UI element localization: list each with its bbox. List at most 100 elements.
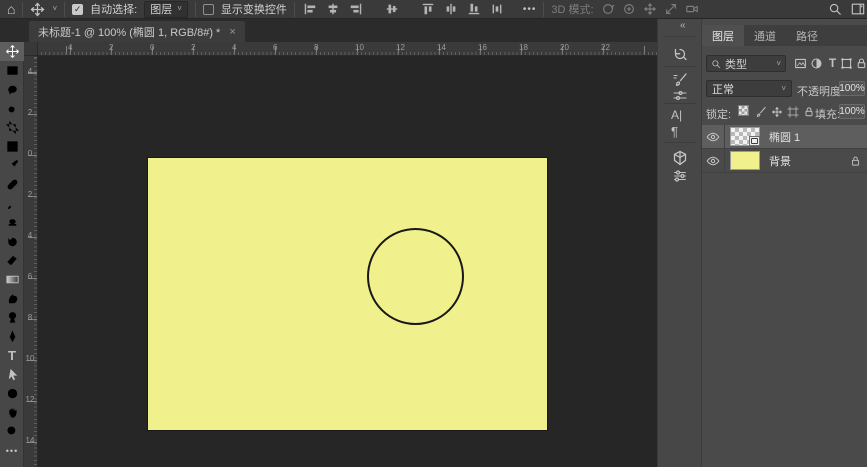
search-icon[interactable] <box>828 2 842 16</box>
tool-path-selection[interactable] <box>0 365 24 384</box>
lock-artboard-icon[interactable] <box>786 105 799 118</box>
brushes-panel-icon[interactable] <box>671 87 688 104</box>
divider <box>663 36 696 37</box>
separator <box>194 1 196 17</box>
tool-frame[interactable] <box>0 137 24 156</box>
chevron-down-icon: ˅ <box>781 83 786 93</box>
blend-mode-dropdown[interactable]: 正常 ˅ <box>706 80 792 97</box>
document-tab[interactable]: 未标题-1 @ 100% (椭圆 1, RGB/8#) * × <box>29 21 245 42</box>
opacity-value-field[interactable]: 100% <box>839 81 865 96</box>
ruler-number: 2 <box>109 43 114 52</box>
tool-eraser[interactable] <box>0 251 24 270</box>
lock-position-icon[interactable] <box>770 105 783 118</box>
tool-gradient[interactable] <box>0 270 24 289</box>
tab-paths[interactable]: 路径 <box>786 25 828 46</box>
tool-rectangular-marquee[interactable] <box>0 61 24 80</box>
document-canvas[interactable] <box>148 158 547 430</box>
top-ruler[interactable]: 4 2 0 2 4 6 8 10 12 14 16 18 20 22 <box>38 42 657 56</box>
eye-icon <box>706 132 720 142</box>
mode-3d-label: 3D 模式: <box>551 4 594 16</box>
tool-brush[interactable] <box>0 194 24 213</box>
paragraph-panel-icon[interactable]: ¶ <box>671 125 678 138</box>
layer-name[interactable]: 椭圆 1 <box>769 129 800 145</box>
layer-visibility-toggle[interactable] <box>702 124 725 149</box>
tool-lasso[interactable] <box>0 80 24 99</box>
properties-panel-icon[interactable] <box>671 167 688 184</box>
tool-history-brush[interactable] <box>0 232 24 251</box>
ruler-number: 20 <box>560 43 569 52</box>
ruler-number: 22 <box>601 43 610 52</box>
chevron-down-icon[interactable]: ˅ <box>52 5 57 13</box>
tool-horizontal-type[interactable]: T <box>0 346 24 365</box>
distribute-bottom-edges-icon[interactable] <box>466 1 482 17</box>
eye-icon <box>706 156 720 166</box>
lock-all-icon[interactable] <box>802 105 815 118</box>
tool-dodge[interactable] <box>0 308 24 327</box>
filter-type-layers-icon[interactable]: T <box>826 57 839 70</box>
tab-layers[interactable]: 图层 <box>702 25 744 46</box>
layer-thumbnail[interactable] <box>730 127 760 146</box>
tool-pen[interactable] <box>0 327 24 346</box>
close-tab-icon[interactable]: × <box>229 26 235 38</box>
show-transform-checkbox[interactable] <box>202 3 214 15</box>
tool-zoom[interactable] <box>0 422 24 441</box>
workspace-switcher-icon[interactable] <box>851 2 865 16</box>
tool-ellipse-shape[interactable] <box>0 384 24 403</box>
show-transform-label: 显示变换控件 <box>220 4 287 16</box>
more-align-options-button[interactable]: ••• <box>523 4 537 15</box>
locked-layer-icon <box>849 154 861 167</box>
lock-transparent-pixels-icon[interactable] <box>738 105 751 118</box>
filter-shape-layers-icon[interactable] <box>840 57 853 70</box>
edit-toolbar-button[interactable]: ••• <box>0 441 24 460</box>
tool-smudge[interactable] <box>0 289 24 308</box>
ruler-number: 16 <box>478 43 487 52</box>
distribute-horizontal-centers-icon[interactable] <box>443 1 459 17</box>
history-panel-icon[interactable] <box>671 45 688 62</box>
canvas-viewport[interactable] <box>38 56 657 467</box>
tool-move[interactable] <box>0 42 24 61</box>
tab-channels[interactable]: 通道 <box>744 25 786 46</box>
tool-eyedropper[interactable] <box>0 156 24 175</box>
tool-spot-healing-brush[interactable] <box>0 175 24 194</box>
3d-panel-icon[interactable] <box>671 149 688 166</box>
layer-name[interactable]: 背景 <box>769 153 791 169</box>
ellipse-shape-layer[interactable] <box>367 228 464 325</box>
align-left-edges-icon[interactable] <box>302 1 318 17</box>
lock-image-pixels-icon[interactable] <box>754 105 767 118</box>
align-right-edges-icon[interactable] <box>348 1 364 17</box>
character-panel-icon[interactable]: A| <box>671 109 682 121</box>
tool-crop[interactable] <box>0 118 24 137</box>
align-vertical-centers-icon[interactable] <box>384 1 400 17</box>
layer-row-ellipse-1[interactable]: 椭圆 1 <box>702 124 867 149</box>
layer-row-background[interactable]: 背景 <box>702 148 867 173</box>
filter-adjustment-layers-icon[interactable] <box>810 57 823 70</box>
distribute-top-edges-icon[interactable] <box>420 1 436 17</box>
filter-type-label: 类型 <box>725 58 747 71</box>
brush-settings-panel-icon[interactable] <box>671 71 688 88</box>
layer-thumbnail[interactable] <box>730 151 760 170</box>
ruler-number: 8 <box>27 313 33 322</box>
ruler-corner[interactable] <box>24 42 38 56</box>
left-ruler[interactable]: 4 2 0 2 4 6 8 10 12 14 <box>24 56 38 467</box>
filter-pixel-layers-icon[interactable] <box>794 57 807 70</box>
ruler-number: 8 <box>314 43 319 52</box>
layer-visibility-toggle[interactable] <box>702 148 725 173</box>
tool-hand[interactable] <box>0 403 24 422</box>
distribute-vertical-centers-icon[interactable] <box>489 1 505 17</box>
move-tool-options-icon[interactable] <box>30 2 45 17</box>
collapsed-panel-strip: « A| ¶ <box>658 19 701 467</box>
auto-select-mode-dropdown[interactable]: 图层 ˅ <box>144 0 188 18</box>
divider <box>663 103 696 104</box>
align-horizontal-centers-icon[interactable] <box>325 1 341 17</box>
home-icon[interactable]: ⌂ <box>7 2 15 16</box>
ruler-number: 6 <box>273 43 278 52</box>
filter-smart-objects-icon[interactable] <box>855 57 867 70</box>
fill-value-field[interactable]: 100% <box>839 104 865 119</box>
layers-panel-tabs: 图层 通道 路径 <box>702 25 867 46</box>
layer-filter-dropdown[interactable]: 类型 ˅ <box>706 55 786 72</box>
auto-select-checkbox[interactable]: ✓ <box>72 3 84 15</box>
tool-clone-stamp[interactable] <box>0 213 24 232</box>
expand-panels-icon[interactable]: « <box>680 20 685 31</box>
tool-quick-selection[interactable] <box>0 99 24 118</box>
ruler-number: 18 <box>519 43 528 52</box>
